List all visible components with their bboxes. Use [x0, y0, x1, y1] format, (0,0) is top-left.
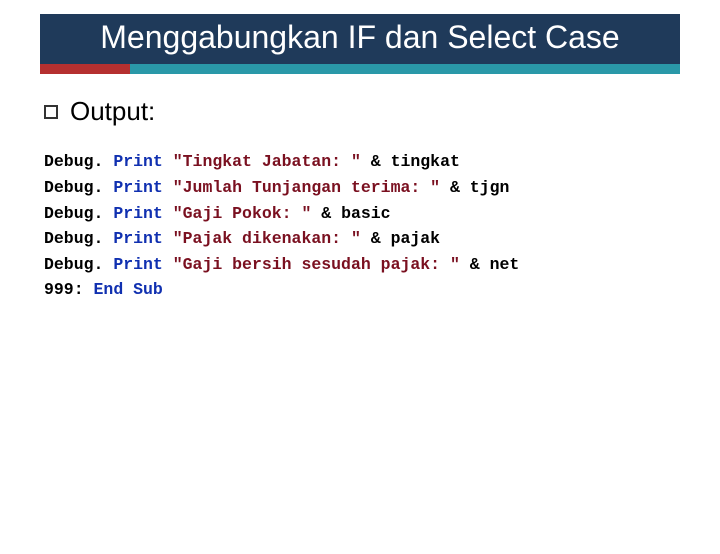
code-block: Debug. Print "Tingkat Jabatan: " & tingk…	[44, 149, 676, 302]
body-area: Output: Debug. Print "Tingkat Jabatan: "…	[0, 74, 720, 302]
title-block: Menggabungkan IF dan Select Case	[40, 14, 680, 74]
bullet-row: Output:	[44, 96, 676, 127]
square-bullet-icon	[44, 105, 58, 119]
title-background: Menggabungkan IF dan Select Case	[40, 14, 680, 64]
underline-red-segment	[40, 64, 130, 74]
bullet-label: Output:	[70, 96, 155, 127]
code-line: Debug. Print "Gaji Pokok: " & basic	[44, 201, 676, 227]
slide-title: Menggabungkan IF dan Select Case	[40, 18, 680, 56]
title-underline	[40, 64, 680, 74]
code-line-end: 999: End Sub	[44, 277, 676, 303]
code-line: Debug. Print "Gaji bersih sesudah pajak:…	[44, 252, 676, 278]
code-line: Debug. Print "Tingkat Jabatan: " & tingk…	[44, 149, 676, 175]
code-line: Debug. Print "Pajak dikenakan: " & pajak	[44, 226, 676, 252]
code-line: Debug. Print "Jumlah Tunjangan terima: "…	[44, 175, 676, 201]
underline-teal-segment	[130, 64, 680, 74]
